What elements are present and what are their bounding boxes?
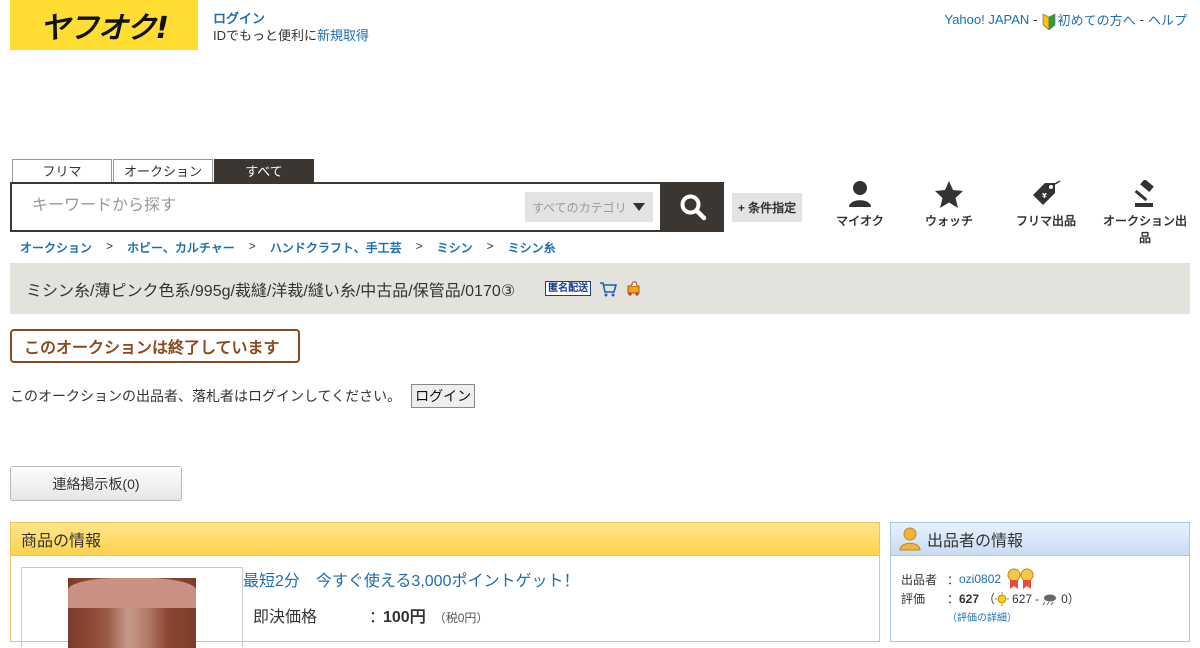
login-message: このオークションの出品者、落札者はログインしてください。 [10,388,402,404]
search-button[interactable] [662,182,724,232]
breadcrumb-item[interactable]: ミシン [437,239,473,256]
nav-watch[interactable]: ウォッチ [917,180,981,229]
rating-bad: 0 [1061,591,1068,606]
beginners-link-label: 初めての方へ [1057,13,1136,28]
beginners-link[interactable]: 初めての方へ [1042,10,1136,30]
breadcrumb-separator: > [486,239,494,253]
nav-flea-listing-label: フリマ出品 [1015,214,1076,228]
svg-text:¥: ¥ [1042,192,1047,200]
search-icon [680,194,707,221]
header: ヤフオク! ログイン IDでもっと便利に新規取得 Yahoo! JAPAN - … [0,0,1200,60]
seller-colon: ： [947,572,960,587]
yahoo-japan-link[interactable]: Yahoo! JAPAN [944,12,1029,27]
product-info-panel: 商品の情報 最短2分 今すぐ使える3,000ポイントゲット！ 即決価格 ： 10… [10,522,880,648]
logo-text: ヤフオク! [39,11,169,46]
price-tax: （税0円） [433,611,489,625]
cart-icon [600,281,618,296]
delivery-icon [627,281,640,296]
rating-dash: - [1035,591,1040,606]
product-info-heading: 商品の情報 [11,523,879,556]
breadcrumb-item[interactable]: ミシン糸 [508,239,556,256]
thread-spool-top [68,578,196,608]
signup-link[interactable]: 新規取得 [317,28,369,43]
search-tabs: フリマ オークション すべて [12,159,314,183]
price-label: 即決価格 [253,609,318,626]
category-select[interactable]: すべてのカテゴリ [525,192,653,222]
login-button[interactable]: ログイン [411,384,476,408]
buy-now-price-row: 即決価格 ： 100円 （税0円） [253,603,488,627]
item-title-bar: ミシン糸/薄ピンク色系/995g/裁縫/洋裁/縫い糸/中古品/保管品/0170③… [10,263,1190,314]
auction-ended-notice: このオークションは終了しています [10,329,300,363]
points-promo-link[interactable]: 最短2分 今すぐ使える3,000ポイントゲット！ [243,567,579,591]
nav-my-auction[interactable]: マイオク [828,180,892,229]
search-bar: すべてのカテゴリ [10,182,724,232]
item-title: ミシン糸/薄ピンク色系/995g/裁縫/洋裁/縫い糸/中古品/保管品/0170③ [26,282,516,300]
rating-detail-link[interactable]: （評価の詳細） [947,609,1017,624]
top-links: Yahoo! JAPAN - 初めての方へ - ヘルプ [944,10,1187,30]
breadcrumb-item[interactable]: オークション [20,239,92,256]
seller-label: 出品者 [901,572,938,587]
item-title-icons: 匿名配送 [545,281,643,297]
price-tag-icon: ¥ [1033,180,1061,205]
link-separator: - [1139,12,1144,28]
login-box: ログイン IDでもっと便利に新規取得 [213,10,369,44]
rating-row: 評価 ： 627 （ 627 - 0 ） [901,590,1080,607]
nav-icons: マイオク ウォッチ ¥ フリマ出品 オークション出品 [820,180,1200,245]
yahuoku-logo[interactable]: ヤフオク! [10,0,198,50]
price-colon: ： [369,609,386,626]
caret-down-icon [633,203,645,211]
breadcrumb-item[interactable]: ハンドクラフト、手工芸 [270,239,402,256]
tab-flea-market[interactable]: フリマ [12,159,112,183]
bad-rating-icon [1042,594,1057,605]
breadcrumb: オークション > ホビー、カルチャー > ハンドクラフト、手工芸 > ミシン >… [20,239,556,256]
seller-badge-icon [1007,568,1034,589]
breadcrumb-item[interactable]: ホビー、カルチャー [127,239,235,256]
login-prompt: IDでもっと便利に [213,28,318,43]
seller-info-heading: 出品者の情報 [927,533,1024,550]
condition-button[interactable]: + 条件指定 [732,193,802,222]
breadcrumb-separator: > [248,239,256,253]
rating-close-paren: ） [1067,592,1080,606]
login-message-row: このオークションの出品者、落札者はログインしてください。 ログイン [10,384,476,408]
gavel-icon [1134,180,1154,207]
help-link[interactable]: ヘルプ [1148,10,1187,29]
rating-good: 627 [1012,591,1033,606]
seller-row: 出品者 ： ozi0802 [901,567,1037,591]
star-icon [935,181,963,208]
breadcrumb-separator: > [106,239,114,253]
tab-all[interactable]: すべて [214,159,314,183]
nav-flea-listing[interactable]: ¥ フリマ出品 [1012,180,1080,229]
price-value: 100円 [383,609,426,626]
person-icon [849,181,871,207]
seller-person-icon [899,527,921,551]
link-separator: - [1033,12,1038,28]
search-input[interactable] [32,197,512,215]
search-field: すべてのカテゴリ [10,182,663,232]
login-link[interactable]: ログイン [213,11,265,26]
breadcrumb-separator: > [415,239,423,253]
seller-info-panel: 出品者の情報 出品者 ： ozi0802 評価 ： 627 （ 627 - 0 … [890,522,1190,642]
anonymous-shipping-badge: 匿名配送 [545,281,592,296]
message-board-button[interactable]: 連絡掲示板(0) [10,466,182,501]
rating-total: 627 [959,591,980,606]
seller-info-header: 出品者の情報 [891,523,1189,556]
nav-my-auction-label: マイオク [836,214,884,228]
rating-colon: ： [947,592,960,606]
tab-auction[interactable]: オークション [113,159,213,183]
seller-id-link[interactable]: ozi0802 [959,572,1001,586]
rating-label: 評価 [901,592,926,606]
good-rating-icon [995,591,1010,606]
rating-open-paren: （ [983,592,996,606]
beginner-mark-icon [1042,13,1055,30]
product-thumbnail-frame [21,567,243,648]
nav-watch-label: ウォッチ [924,214,973,228]
nav-auction-listing[interactable]: オークション出品 [1098,180,1192,246]
nav-auction-listing-label: オークション出品 [1102,214,1187,245]
category-select-value: すべてのカテゴリ [532,200,627,215]
